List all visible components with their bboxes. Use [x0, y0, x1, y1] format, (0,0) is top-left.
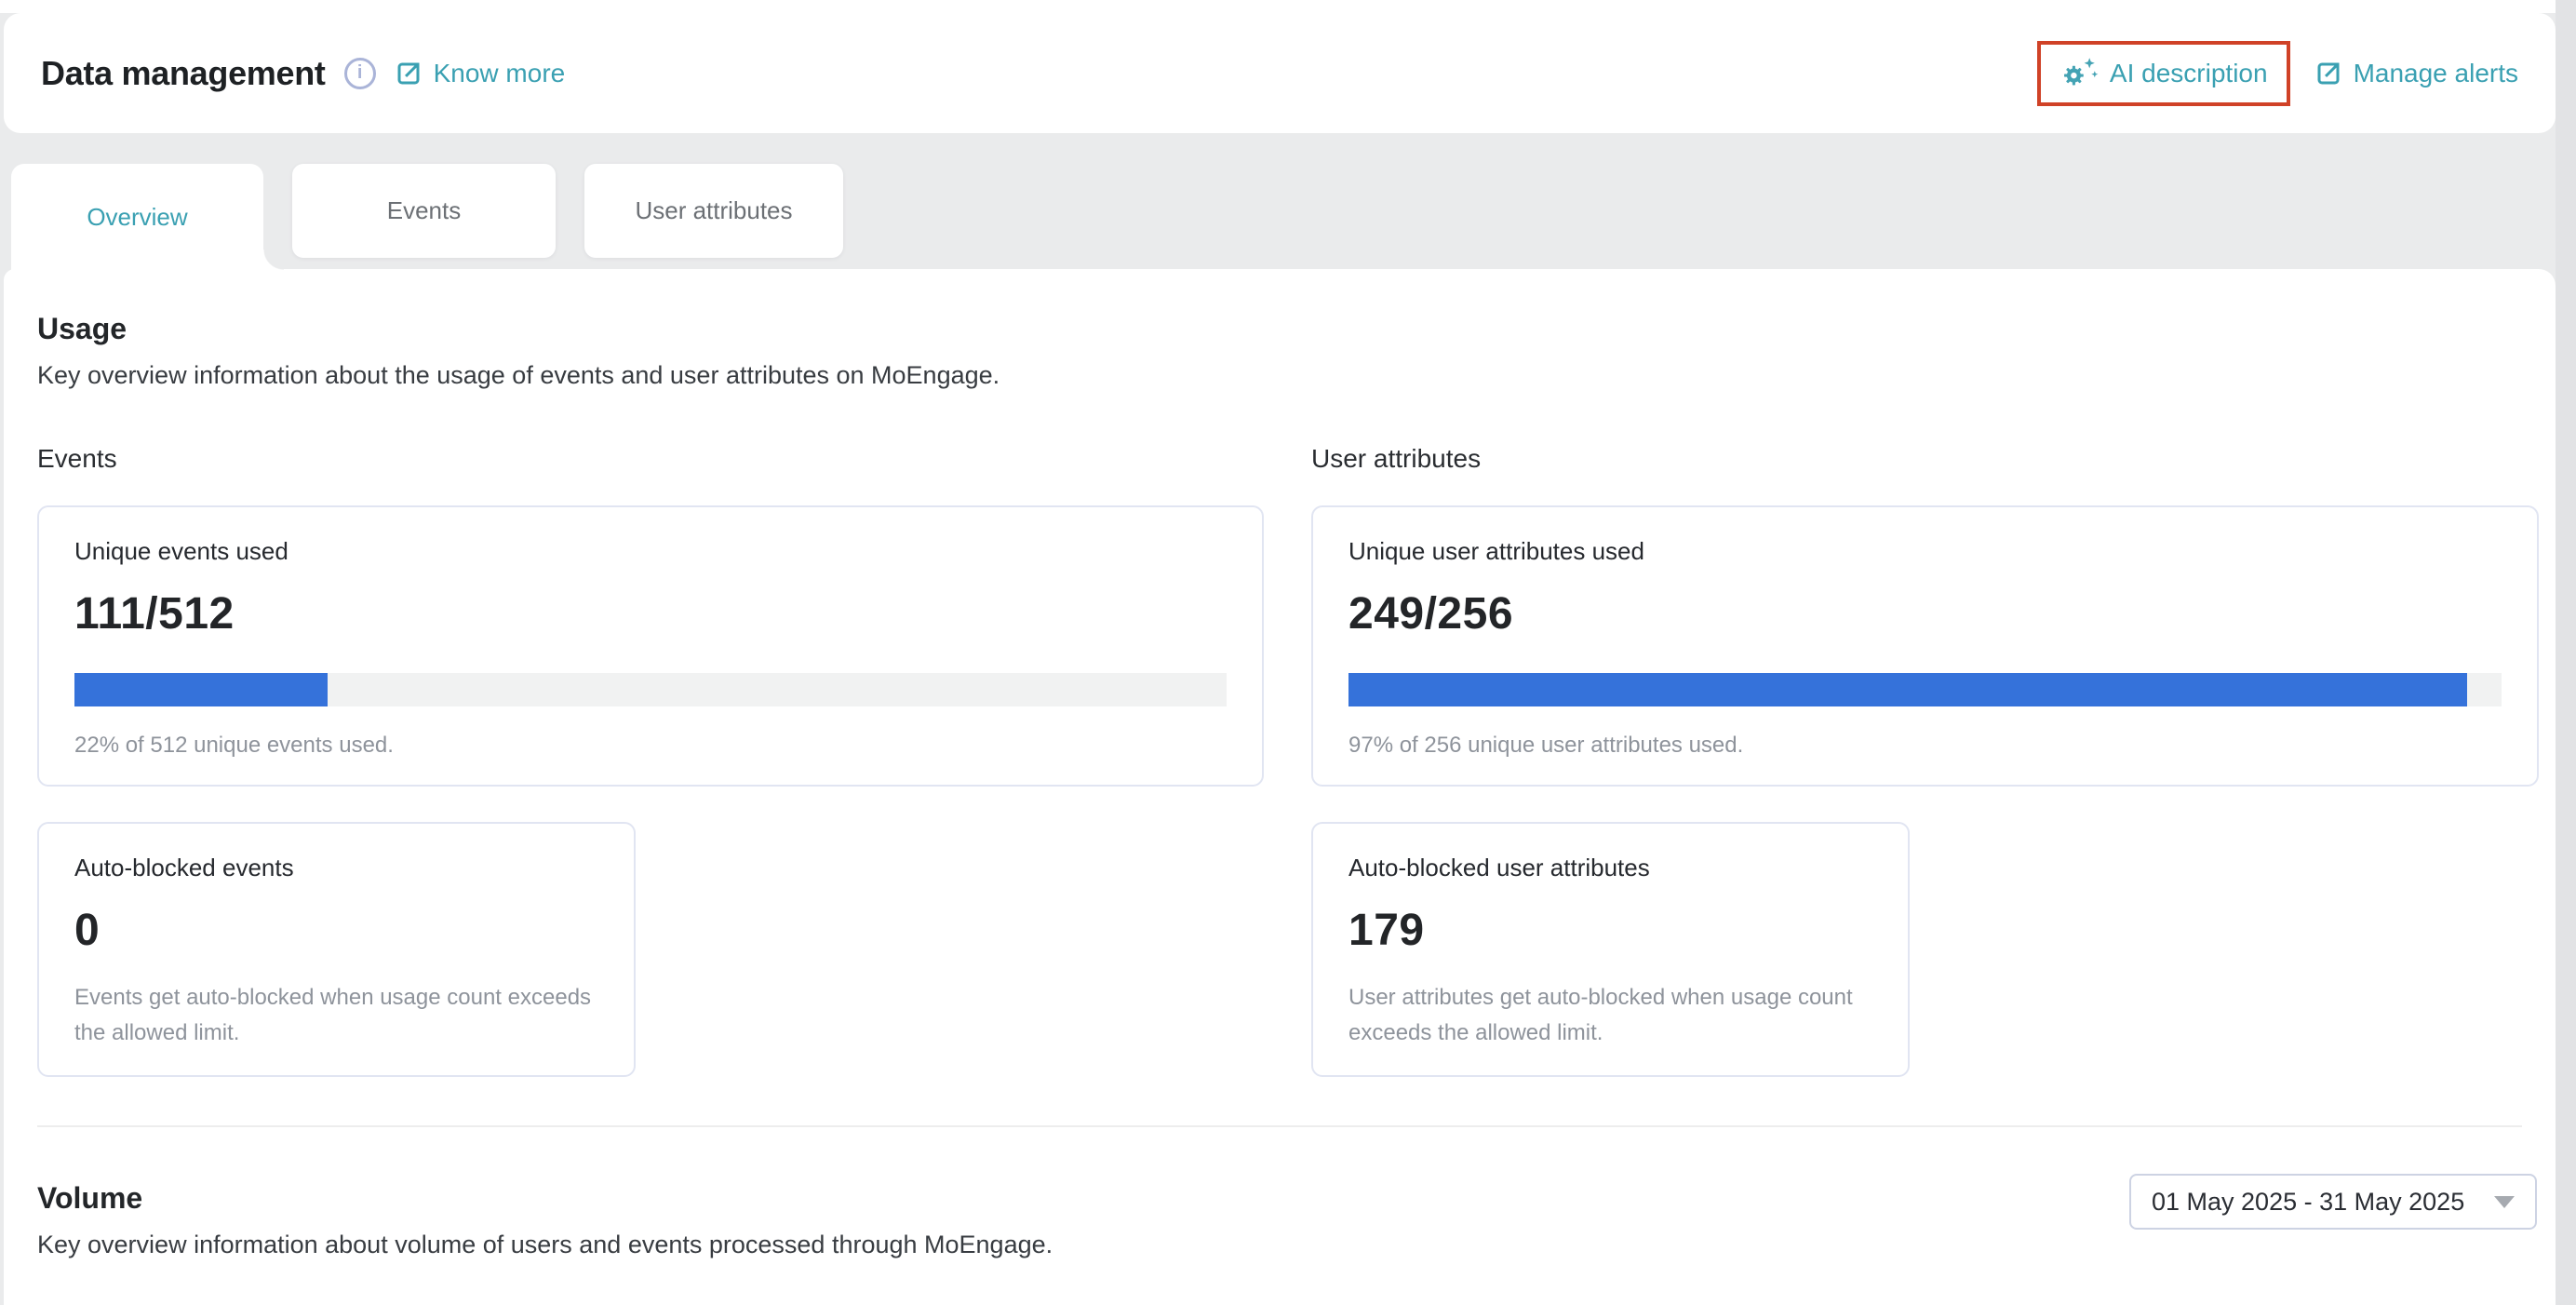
tab-events[interactable]: Events	[292, 164, 556, 258]
manage-alerts-label: Manage alerts	[2354, 59, 2518, 88]
caret-down-icon	[2494, 1196, 2515, 1208]
red-annotation-highlight: AI description	[2037, 41, 2290, 106]
card-value: 0	[74, 905, 598, 956]
events-progress-bar	[74, 673, 1227, 706]
tab-user-attributes[interactable]: User attributes	[584, 164, 843, 258]
section-label-row: Events User attributes	[37, 390, 2522, 474]
user-attributes-progress-fill	[1348, 673, 2467, 706]
card-title: Unique user attributes used	[1348, 537, 2502, 566]
card-caption: 22% of 512 unique events used.	[74, 733, 1227, 759]
know-more-label: Know more	[434, 59, 566, 88]
volume-description: Key overview information about volume of…	[37, 1231, 2522, 1259]
card-title: Auto-blocked events	[74, 854, 598, 882]
usage-description: Key overview information about the usage…	[37, 361, 2522, 390]
card-caption: 97% of 256 unique user attributes used.	[1348, 733, 2502, 759]
ai-description-button[interactable]: AI description	[2059, 56, 2268, 91]
user-attributes-progress-bar	[1348, 673, 2502, 706]
know-more-link[interactable]: Know more	[395, 59, 566, 88]
tab-overview-label: Overview	[87, 203, 187, 232]
tab-user-attributes-label: User attributes	[635, 196, 792, 225]
title-group: Data management i Know more	[41, 54, 565, 93]
header-actions: AI description Manage alerts	[2037, 41, 2518, 106]
card-title: Auto-blocked user attributes	[1348, 854, 1872, 882]
usage-cards-row: Unique events used 111/512 22% of 512 un…	[37, 505, 2522, 787]
blocked-cards-row: Auto-blocked events 0 Events get auto-bl…	[37, 822, 2522, 1077]
usage-heading: Usage	[37, 312, 2522, 346]
card-caption: Events get auto-blocked when usage count…	[74, 980, 598, 1052]
external-link-icon	[2314, 60, 2342, 87]
auto-blocked-events-card: Auto-blocked events 0 Events get auto-bl…	[37, 822, 636, 1077]
tab-overview[interactable]: Overview	[11, 164, 263, 270]
section-divider	[37, 1125, 2522, 1127]
card-value: 249/256	[1348, 588, 2502, 639]
card-caption: User attributes get auto-blocked when us…	[1348, 980, 1872, 1052]
unique-user-attributes-card: Unique user attributes used 249/256 97% …	[1311, 505, 2539, 787]
events-progress-fill	[74, 673, 328, 706]
card-value: 111/512	[74, 588, 1227, 639]
user-attributes-section-label: User attributes	[1311, 444, 2539, 474]
page-title: Data management	[41, 54, 326, 93]
tab-events-label: Events	[387, 196, 462, 225]
info-icon[interactable]: i	[344, 58, 376, 89]
content-panel: Usage Key overview information about the…	[4, 269, 2556, 1305]
gear-sparkle-icon	[2059, 56, 2099, 91]
external-link-icon	[395, 60, 423, 87]
card-title: Unique events used	[74, 537, 1227, 566]
tab-bar: Overview Events User attributes	[11, 164, 843, 270]
volume-section: Volume Key overview information about vo…	[37, 1181, 2522, 1259]
events-section-label: Events	[37, 444, 1264, 474]
auto-blocked-user-attributes-card: Auto-blocked user attributes 179 User at…	[1311, 822, 1910, 1077]
unique-events-card: Unique events used 111/512 22% of 512 un…	[37, 505, 1264, 787]
ai-description-label: AI description	[2110, 59, 2268, 88]
date-range-select[interactable]: 01 May 2025 - 31 May 2025	[2129, 1174, 2537, 1230]
card-value: 179	[1348, 905, 1872, 956]
scrollbar-gutter[interactable]	[2556, 0, 2576, 1305]
manage-alerts-button[interactable]: Manage alerts	[2314, 59, 2518, 88]
header-bar: Data management i Know more	[4, 13, 2556, 133]
date-range-value: 01 May 2025 - 31 May 2025	[2152, 1188, 2464, 1217]
